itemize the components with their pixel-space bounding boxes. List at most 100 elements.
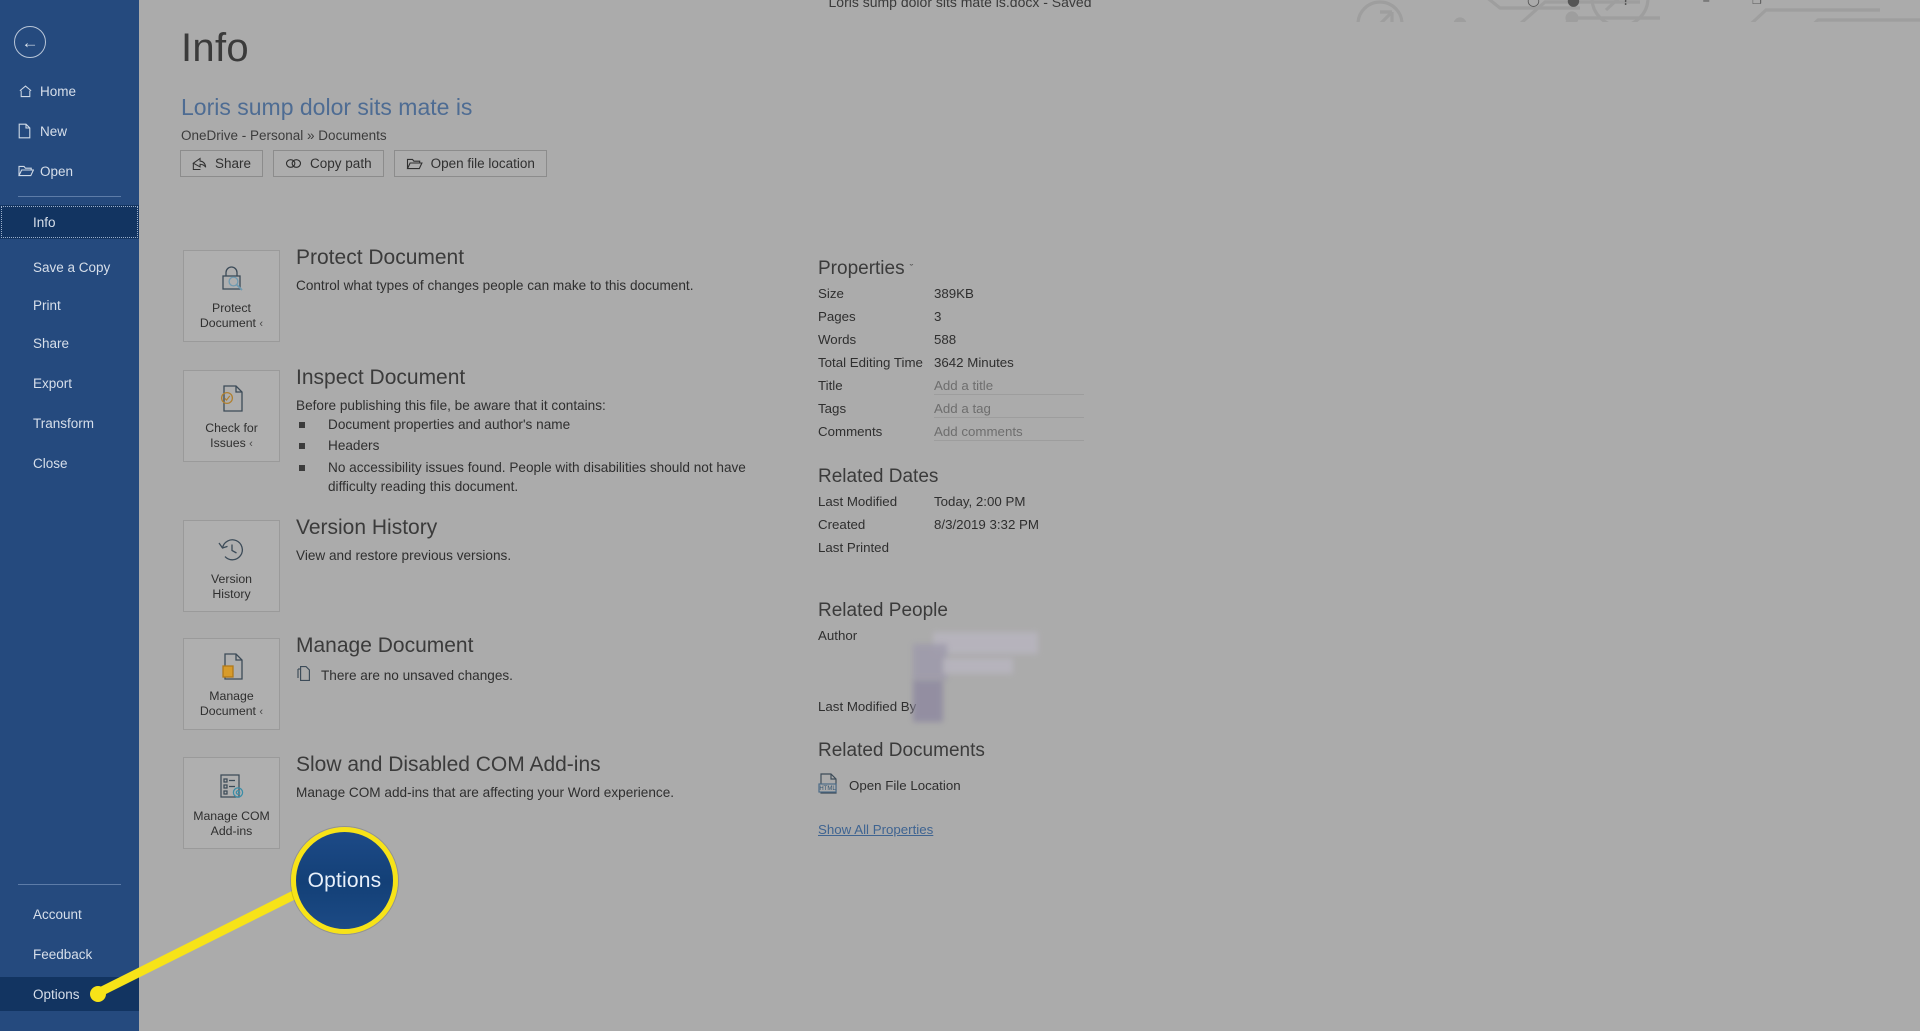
sidebar-item-transform[interactable]: Transform [0,406,139,440]
options-callout-label: Options [307,868,382,892]
back-arrow-icon: ← [21,32,39,52]
property-row-tags[interactable]: Tags Add a tag [818,401,1084,424]
ribbon-display-options-icon[interactable]: ⌃ [1859,0,1872,9]
back-button[interactable]: ← [14,26,46,58]
open-file-location-button[interactable]: Open file location [393,150,547,177]
open-file-location-link-label: Open File Location [849,778,961,793]
section-protect-document: Protect Document ‹ Protect Document Contr… [183,246,803,350]
property-key: Tags [818,401,847,416]
manage-document-note-label: There are no unsaved changes. [321,667,513,683]
chevron-down-icon: ‹ [259,706,264,719]
version-history-heading: Version History [296,516,438,539]
version-history-description: View and restore previous versions. [296,548,512,563]
protect-document-tile-label: Protect Document ‹ [199,301,264,331]
redacted-author-name [933,632,1038,654]
property-row-size: Size 389KB [818,286,1084,309]
protect-document-description: Control what types of changes people can… [296,278,694,293]
sidebar-item-open[interactable]: Open [0,154,139,188]
show-all-properties-link[interactable]: Show All Properties [818,822,985,837]
search-icon[interactable]: ○ [1527,0,1540,9]
related-date-row-last-printed: Last Printed [818,540,1039,563]
protect-document-tile-button[interactable]: Protect Document ‹ [183,250,280,342]
related-dates-panel: Related Dates Last Modified Today, 2:00 … [818,466,1039,563]
version-history-tile-button[interactable]: Version History [183,520,280,612]
section-inspect-document: Check for Issues ‹ Inspect Document Befor… [183,366,803,500]
unsaved-changes-icon [296,665,312,685]
open-file-location-link[interactable]: HTML Open File Location [818,772,985,799]
sidebar-item-close[interactable]: Close [0,446,139,480]
protect-document-heading: Protect Document [296,246,465,269]
word-backstage-info-screen: Loris sump dolor sits mate is.docx - Sav… [0,0,1920,1031]
property-value: 389KB [934,286,974,301]
copy-path-button[interactable]: Copy path [273,150,384,177]
properties-heading[interactable]: Properties ˇ [818,258,1084,280]
section-version-history: Version History Version History View and … [183,516,803,620]
share-icon [192,157,207,171]
inspect-document-heading: Inspect Document [296,366,466,389]
property-key: Last Printed [818,540,889,555]
page-title: Info [181,26,249,70]
check-for-issues-tile-button[interactable]: Check for Issues ‹ [183,370,280,462]
property-value: 3 [934,309,942,324]
property-key: Author [818,628,858,643]
property-row-title[interactable]: Title Add a title [818,378,1084,401]
inspect-document-bullet-list: Document properties and author's name He… [296,415,751,498]
sidebar-item-print[interactable]: Print [0,288,139,322]
property-row-words: Words 588 [818,332,1084,355]
account-icon[interactable]: ● [1567,0,1580,9]
list-item: Document properties and author's name [296,415,751,434]
check-for-issues-tile-label: Check for Issues ‹ [205,421,258,451]
sidebar-item-new[interactable]: New [0,114,139,148]
related-people-panel: Related People Author Last Modified By [818,600,1118,740]
related-documents-heading: Related Documents [818,740,985,761]
lock-magnifier-icon [215,260,249,298]
property-key: Words [818,332,857,347]
folder-icon [406,157,423,171]
sidebar-item-label: Open [40,163,74,179]
property-key: Last Modified [818,494,898,509]
title-bar: Loris sump dolor sits mate is.docx - Sav… [0,0,1920,22]
new-document-icon [18,123,40,139]
sidebar-item-share[interactable]: Share [0,326,139,360]
list-item: No accessibility issues found. People wi… [296,458,751,497]
property-row-comments[interactable]: Comments Add comments [818,424,1084,447]
document-name: Loris sump dolor sits mate is [181,94,473,120]
properties-panel: Properties ˇ Size 389KB Pages 3 Words 58… [818,258,1084,447]
redacted-last-modified-by-extra [943,658,1013,674]
sidebar-item-info[interactable]: Info [0,205,139,239]
sidebar-item-save-a-copy[interactable]: Save a Copy [0,250,139,284]
related-people-row-last-modified-by: Last Modified By [818,699,1118,722]
manage-document-heading: Manage Document [296,634,474,657]
related-date-row-last-modified: Last Modified Today, 2:00 PM [818,494,1039,517]
sidebar-item-home[interactable]: Home [0,74,139,108]
options-callout-highlight[interactable]: Options [291,827,398,934]
list-item: Headers [296,436,751,455]
manage-document-tile-label: Manage Document ‹ [199,689,264,719]
title-input[interactable]: Add a title [934,378,1084,395]
sidebar-item-label: Share [33,335,70,351]
share-button[interactable]: Share [180,150,264,177]
property-key: Size [818,286,844,301]
inspect-document-description: Before publishing this file, be aware th… [296,398,606,413]
sidebar-item-label: Transform [33,415,95,431]
tags-input[interactable]: Add a tag [934,401,1084,418]
manage-document-tile-button[interactable]: Manage Document ‹ [183,638,280,730]
properties-heading-label: Properties [818,258,905,279]
minimize-icon[interactable]: – [1703,0,1711,9]
property-value: Today, 2:00 PM [934,494,1026,509]
related-people-heading: Related People [818,600,948,621]
sidebar-item-export[interactable]: Export [0,366,139,400]
svg-text:HTML: HTML [819,786,836,792]
section-manage-document: Manage Document ‹ Manage Document There a… [183,634,803,738]
restore-icon[interactable]: ❐ [1752,0,1762,7]
help-icon[interactable]: ? [1622,0,1630,9]
property-value: 588 [934,332,957,347]
window-title: Loris sump dolor sits mate is.docx - Sav… [828,0,1092,10]
copy-path-button-label: Copy path [310,156,372,171]
document-manage-icon [216,648,248,686]
link-icon [285,157,302,170]
sidebar-item-label: New [40,123,68,139]
html-file-icon: HTML [818,772,840,799]
comments-input[interactable]: Add comments [934,424,1084,441]
chevron-down-icon: ˇ [909,263,914,275]
